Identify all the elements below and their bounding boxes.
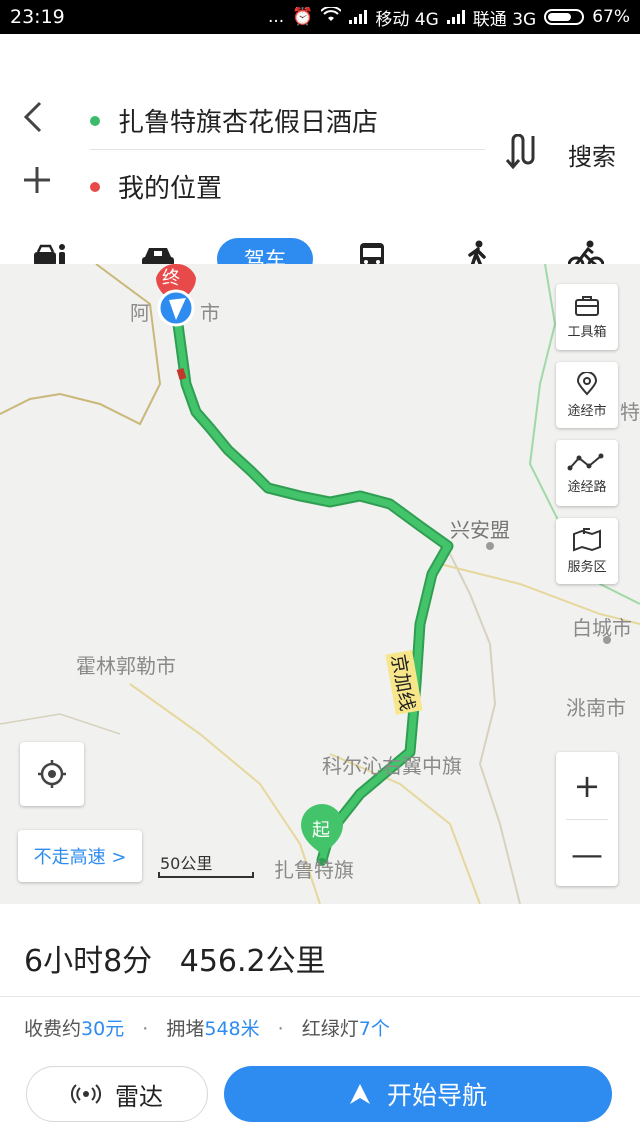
scale-bar — [158, 872, 254, 878]
field-divider — [90, 149, 485, 150]
start-navigation-label: 开始导航 — [386, 1081, 487, 1110]
service-area-icon — [573, 527, 601, 551]
battery-level: 67% — [592, 7, 630, 27]
jam-prefix: 拥堵 — [166, 1018, 205, 1040]
service-area-button[interactable]: 服务区 — [556, 518, 618, 584]
alarm-icon: ⏰ — [292, 7, 314, 27]
signal-icon — [349, 10, 368, 24]
map-label-zalute: 扎鲁特旗 — [274, 858, 354, 882]
my-location-button[interactable] — [20, 742, 84, 806]
location-pin-icon — [576, 371, 598, 395]
locate-icon — [38, 760, 66, 788]
scale-label: 50公里 — [160, 854, 213, 873]
start-marker-label: 起 — [312, 820, 330, 841]
carrier2: 联通 3G — [472, 9, 537, 30]
route-summary[interactable]: 6小时8分 456.2公里 — [24, 936, 344, 980]
map-label-baicheng: 白城市 — [572, 616, 632, 640]
origin-dot — [90, 181, 100, 192]
map-label-keyouzhong: 科尔沁右翼中旗 — [322, 754, 462, 778]
via-city-button[interactable]: 途经市 — [556, 362, 618, 428]
map-canvas — [0, 264, 640, 904]
navigate-arrow-icon — [349, 1084, 370, 1104]
add-waypoint-icon[interactable] — [22, 165, 52, 202]
zoom-in-button[interactable]: + — [556, 752, 618, 819]
lights-prefix: 红绿灯 — [301, 1018, 359, 1040]
map-label-taonan: 洮南市 — [566, 696, 626, 720]
back-arrow-icon[interactable] — [22, 100, 44, 140]
route-details: 收费约30元 · 拥堵548米 · 红绿灯7个 — [24, 1014, 390, 1041]
origin-row[interactable]: 我的位置 — [90, 168, 222, 205]
radar-button[interactable]: 雷达 — [26, 1066, 208, 1122]
via-city-label: 途经市 — [567, 403, 607, 419]
route-summary-panel: 6小时8分 456.2公里 收费约30元 · 拥堵548米 · 红绿灯7个 雷达… — [0, 904, 640, 1138]
zoom-control: + — — [556, 752, 618, 886]
avoid-highway-button[interactable]: 不走高速 > — [18, 830, 142, 882]
detail-bullet-1: · — [142, 1018, 149, 1040]
map-label-city-top-b: 市 — [200, 301, 220, 325]
start-navigation-button[interactable]: 开始导航 — [224, 1066, 612, 1122]
route-distance: 456.2公里 — [179, 944, 326, 979]
map-view[interactable]: 终 阿 市 兴安盟 霍林郭勒市 白城市 洮南市 科尔沁右翼中旗 扎鲁特旗 特 京… — [0, 264, 640, 904]
panel-divider — [0, 996, 640, 997]
map-label-te: 特 — [620, 400, 640, 424]
destination-dot — [90, 115, 100, 126]
signal-icon-2 — [446, 10, 465, 24]
toolbox-button[interactable]: 工具箱 — [556, 284, 618, 350]
wifi-icon — [320, 5, 343, 28]
detail-bullet-2: · — [277, 1018, 284, 1040]
toll-prefix: 收费约 — [24, 1018, 82, 1040]
end-marker-label: 终 — [162, 268, 180, 289]
route-duration: 6小时8分 — [24, 944, 153, 979]
jam-value: 548米 — [204, 1018, 260, 1040]
radar-icon — [71, 1084, 101, 1104]
via-road-label: 途经路 — [567, 479, 607, 495]
destination-row[interactable]: 扎鲁特旗杏花假日酒店 — [90, 102, 378, 139]
battery-icon — [544, 9, 585, 25]
route-header: 扎鲁特旗杏花假日酒店 我的位置 搜索 驾车 — [0, 34, 640, 280]
map-label-xinganmeng: 兴安盟 — [450, 518, 510, 542]
radar-label: 雷达 — [115, 1082, 163, 1111]
status-time: 23:19 — [10, 6, 65, 28]
toolbox-label: 工具箱 — [567, 324, 607, 340]
origin-text[interactable]: 我的位置 — [118, 168, 222, 205]
zoom-out-button[interactable]: — — [556, 820, 618, 887]
lights-value: 7个 — [358, 1018, 390, 1040]
carrier1: 移动 4G — [375, 9, 439, 30]
search-button[interactable]: 搜索 — [568, 137, 616, 172]
status-bar: 23:19 ... ⏰ 移动 4G 联通 3G 67% — [0, 0, 640, 34]
via-road-button[interactable]: 途经路 — [556, 440, 618, 506]
status-dots: ... — [268, 7, 285, 27]
toll-value: 30元 — [81, 1018, 125, 1040]
service-area-label: 服务区 — [567, 559, 607, 575]
map-label-city-top: 阿 — [130, 301, 150, 325]
swap-icon[interactable] — [504, 133, 540, 174]
route-line-icon — [567, 453, 604, 470]
toolbox-icon — [575, 295, 599, 316]
destination-text[interactable]: 扎鲁特旗杏花假日酒店 — [118, 102, 378, 139]
map-label-huolingole: 霍林郭勒市 — [76, 654, 176, 678]
